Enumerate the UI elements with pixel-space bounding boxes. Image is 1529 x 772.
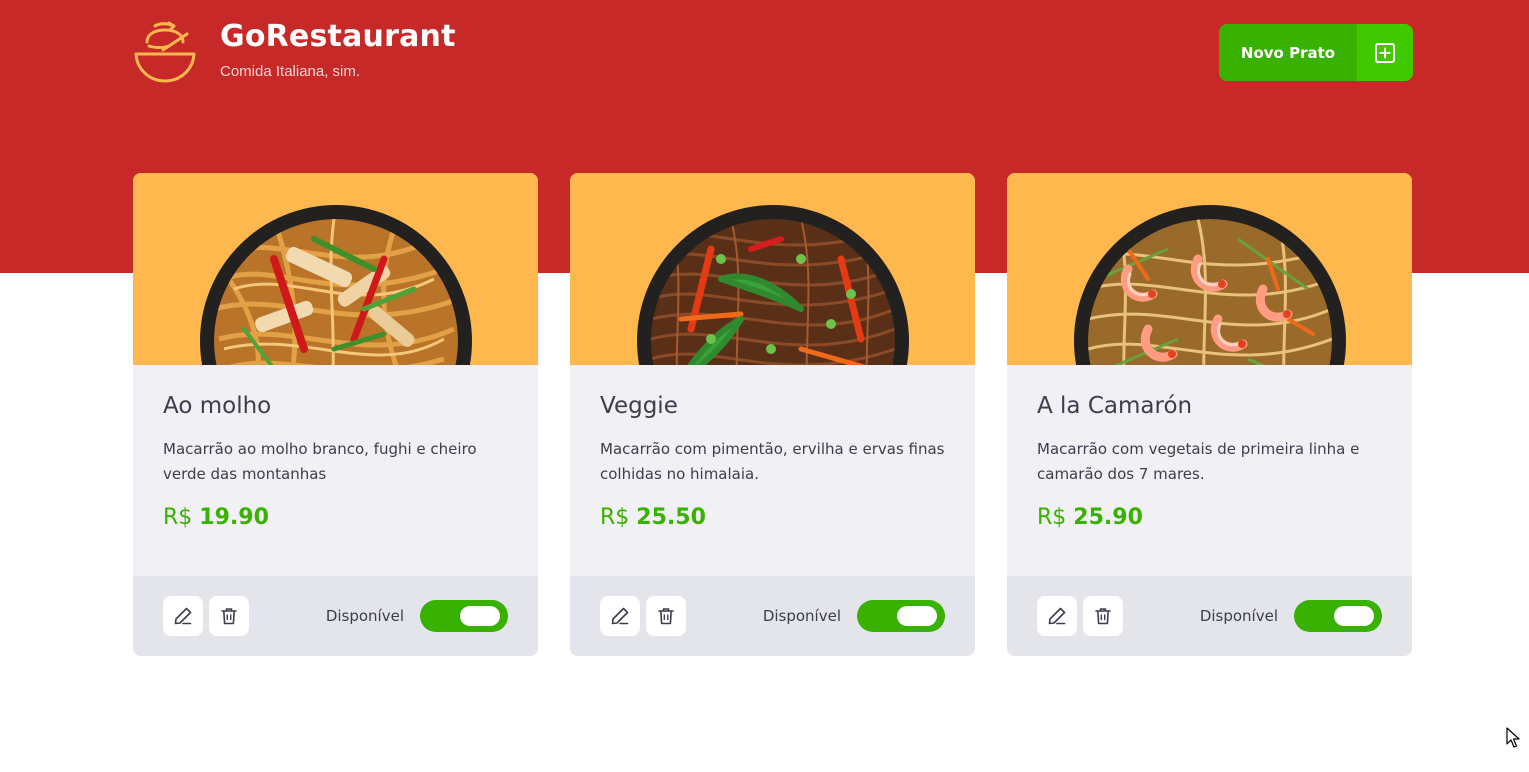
edit-button[interactable] bbox=[600, 596, 640, 636]
edit-button[interactable] bbox=[163, 596, 203, 636]
food-card-footer: Disponível bbox=[570, 576, 975, 656]
edit-button[interactable] bbox=[1037, 596, 1077, 636]
app-subtitle: Comida Italiana, sim. bbox=[220, 63, 361, 80]
availability-label: Disponível bbox=[1199, 607, 1278, 625]
trash-icon bbox=[658, 608, 674, 625]
food-price: R$ 25.90 bbox=[1037, 505, 1382, 530]
bowl-icon bbox=[134, 21, 196, 83]
availability-toggle[interactable] bbox=[1294, 600, 1382, 632]
availability: Disponível bbox=[326, 600, 508, 632]
food-image-container bbox=[570, 173, 975, 365]
food-description: Macarrão ao molho branco, fughi e cheiro… bbox=[163, 440, 477, 483]
trash-icon bbox=[221, 608, 237, 625]
food-card-footer: Disponível bbox=[133, 576, 538, 656]
food-name: Ao molho bbox=[163, 393, 272, 419]
price-value: 19.90 bbox=[199, 505, 269, 530]
mouse-cursor-icon bbox=[1506, 727, 1520, 748]
price-value: 25.90 bbox=[1073, 505, 1143, 530]
food-description: Macarrão com pimentão, ervilha e ervas f… bbox=[600, 440, 945, 483]
trash-icon bbox=[1095, 608, 1111, 625]
availability-label: Disponível bbox=[762, 607, 841, 625]
new-dish-button-label: Novo Prato bbox=[1219, 24, 1357, 81]
price-currency: R$ bbox=[1037, 505, 1067, 530]
toggle-knob bbox=[1334, 606, 1374, 626]
pencil-icon bbox=[174, 607, 192, 625]
availability: Disponível bbox=[1200, 600, 1382, 632]
food-name: A la Camarón bbox=[1037, 393, 1193, 419]
pencil-icon bbox=[611, 607, 629, 625]
brand: GoRestaurant Comida Italiana, sim. bbox=[133, 19, 456, 84]
price-currency: R$ bbox=[163, 505, 193, 530]
availability-toggle[interactable] bbox=[857, 600, 945, 632]
food-name: Veggie bbox=[600, 393, 678, 419]
new-dish-button[interactable]: Novo Prato bbox=[1219, 24, 1413, 81]
delete-button[interactable] bbox=[1083, 596, 1123, 636]
availability-toggle[interactable] bbox=[420, 600, 508, 632]
food-card: Veggie Macarrão com pimentão, ervilha e … bbox=[570, 173, 975, 656]
food-price: R$ 19.90 bbox=[163, 505, 508, 530]
food-image-container bbox=[1007, 173, 1412, 365]
toggle-knob bbox=[897, 606, 937, 626]
delete-button[interactable] bbox=[646, 596, 686, 636]
app-title: GoRestaurant bbox=[220, 19, 456, 54]
delete-button[interactable] bbox=[209, 596, 249, 636]
food-description: Macarrão com vegetais de primeira linha … bbox=[1037, 440, 1360, 483]
food-card: A la Camarón Macarrão com vegetais de pr… bbox=[1007, 173, 1412, 656]
food-image-container bbox=[133, 173, 538, 365]
food-card: Ao molho Macarrão ao molho branco, fughi… bbox=[133, 173, 538, 656]
availability-label: Disponível bbox=[325, 607, 404, 625]
availability: Disponível bbox=[763, 600, 945, 632]
toggle-knob bbox=[460, 606, 500, 626]
food-card-footer: Disponível bbox=[1007, 576, 1412, 656]
food-price: R$ 25.50 bbox=[600, 505, 945, 530]
price-currency: R$ bbox=[600, 505, 630, 530]
price-value: 25.50 bbox=[636, 505, 706, 530]
plus-square-icon bbox=[1357, 24, 1413, 81]
pencil-icon bbox=[1048, 607, 1066, 625]
